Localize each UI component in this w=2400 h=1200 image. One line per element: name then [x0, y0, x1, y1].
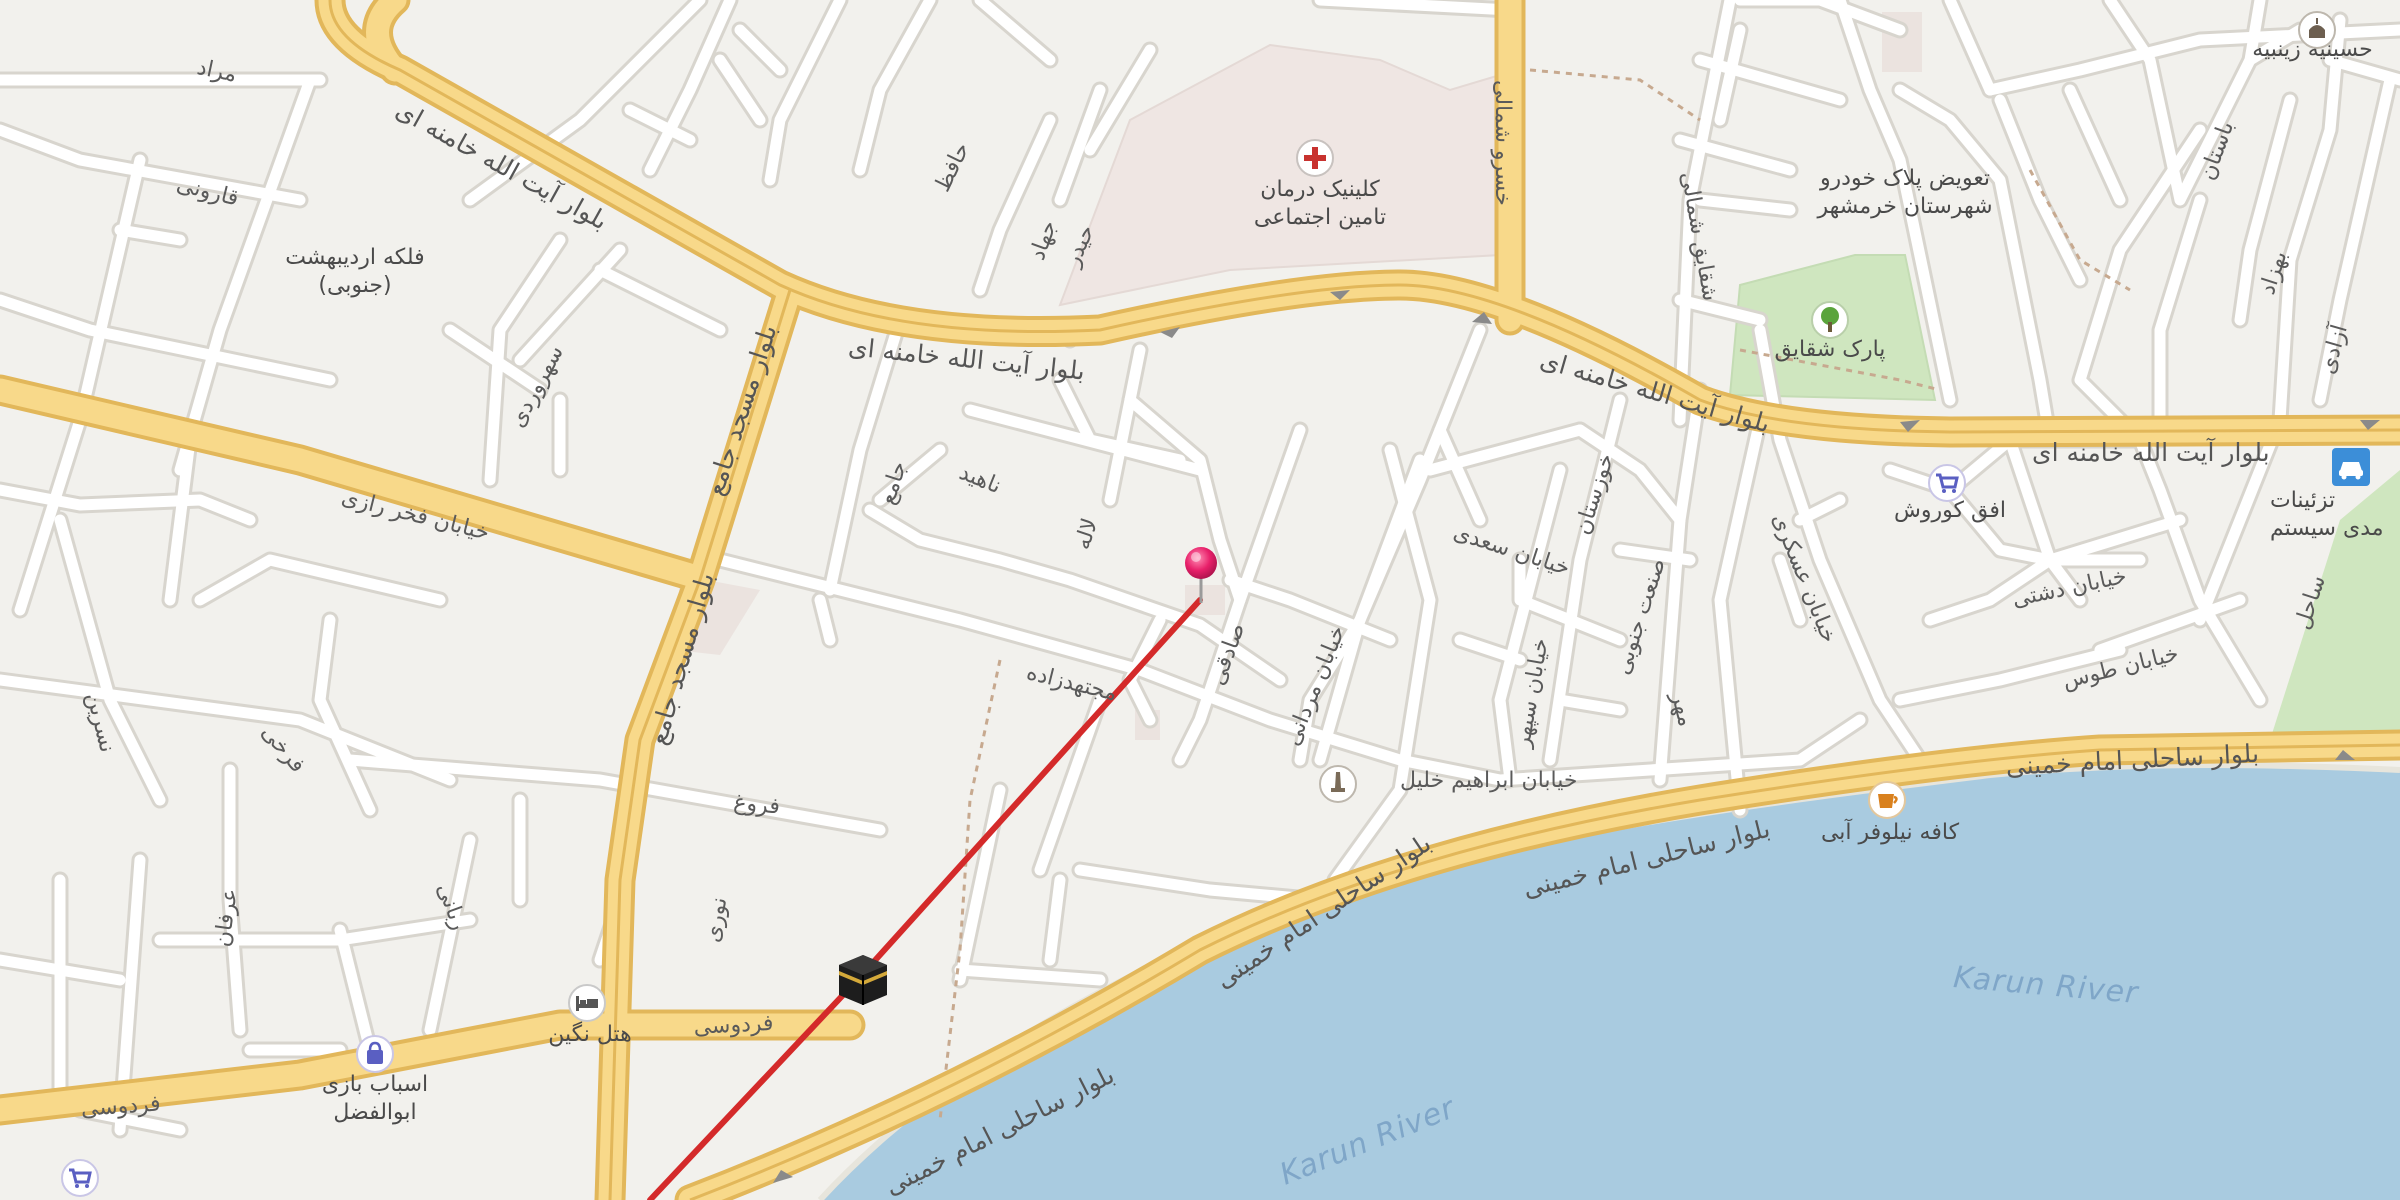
poi-label-plate-exchange[interactable]: تعویض پلاک خودرو شهرستان خرمشهر — [1790, 165, 2020, 221]
shopping-bag-icon[interactable] — [355, 1034, 395, 1074]
poi-label-park-shaghayegh[interactable]: پارک شقایق — [1760, 336, 1900, 364]
poi-label-ordibehesht-square[interactable]: فلکه اردیبهشت (جنوبی) — [260, 244, 450, 300]
street-label: فردوسی — [693, 1010, 775, 1040]
monument-icon[interactable] — [1318, 764, 1358, 804]
street-label: فروغ — [732, 790, 782, 820]
poi-label-toys-abolfazl[interactable]: اسباب بازی ابوالفضل — [300, 1071, 450, 1127]
poi-label-service-center[interactable]: تزئینات مدی سیستم — [2270, 487, 2400, 543]
mosque-icon[interactable] — [2297, 10, 2337, 50]
poi-label-cafe-nilofar[interactable]: کافه نیلوفر آبی — [1790, 819, 1990, 847]
kaaba-icon[interactable] — [835, 947, 891, 1007]
shopping-cart-icon[interactable] — [60, 1158, 100, 1198]
bed-icon[interactable] — [567, 983, 607, 1023]
street-label: خیابان ابراهیم خلیل — [1400, 768, 1578, 793]
map-pin-icon[interactable] — [1179, 545, 1223, 605]
poi-label-hotel-negin[interactable]: هتل نگین — [525, 1021, 655, 1049]
street-label: خسرو شمالی — [1490, 80, 1515, 206]
tree-icon[interactable] — [1810, 300, 1850, 340]
poi-label-clinic[interactable]: کلینیک درمان تامین اجتماعی — [1220, 176, 1420, 232]
shopping-cart-icon[interactable] — [1927, 463, 1967, 503]
street-label: بلوار آیت الله خامنه ای — [2032, 438, 2270, 467]
hospital-cross-icon[interactable] — [1295, 138, 1335, 178]
car-icon[interactable] — [2331, 447, 2371, 487]
map-view[interactable]: بلوار آیت الله خامنه ای بلوار آیت الله خ… — [0, 0, 2400, 1200]
coffee-cup-icon[interactable] — [1867, 780, 1907, 820]
